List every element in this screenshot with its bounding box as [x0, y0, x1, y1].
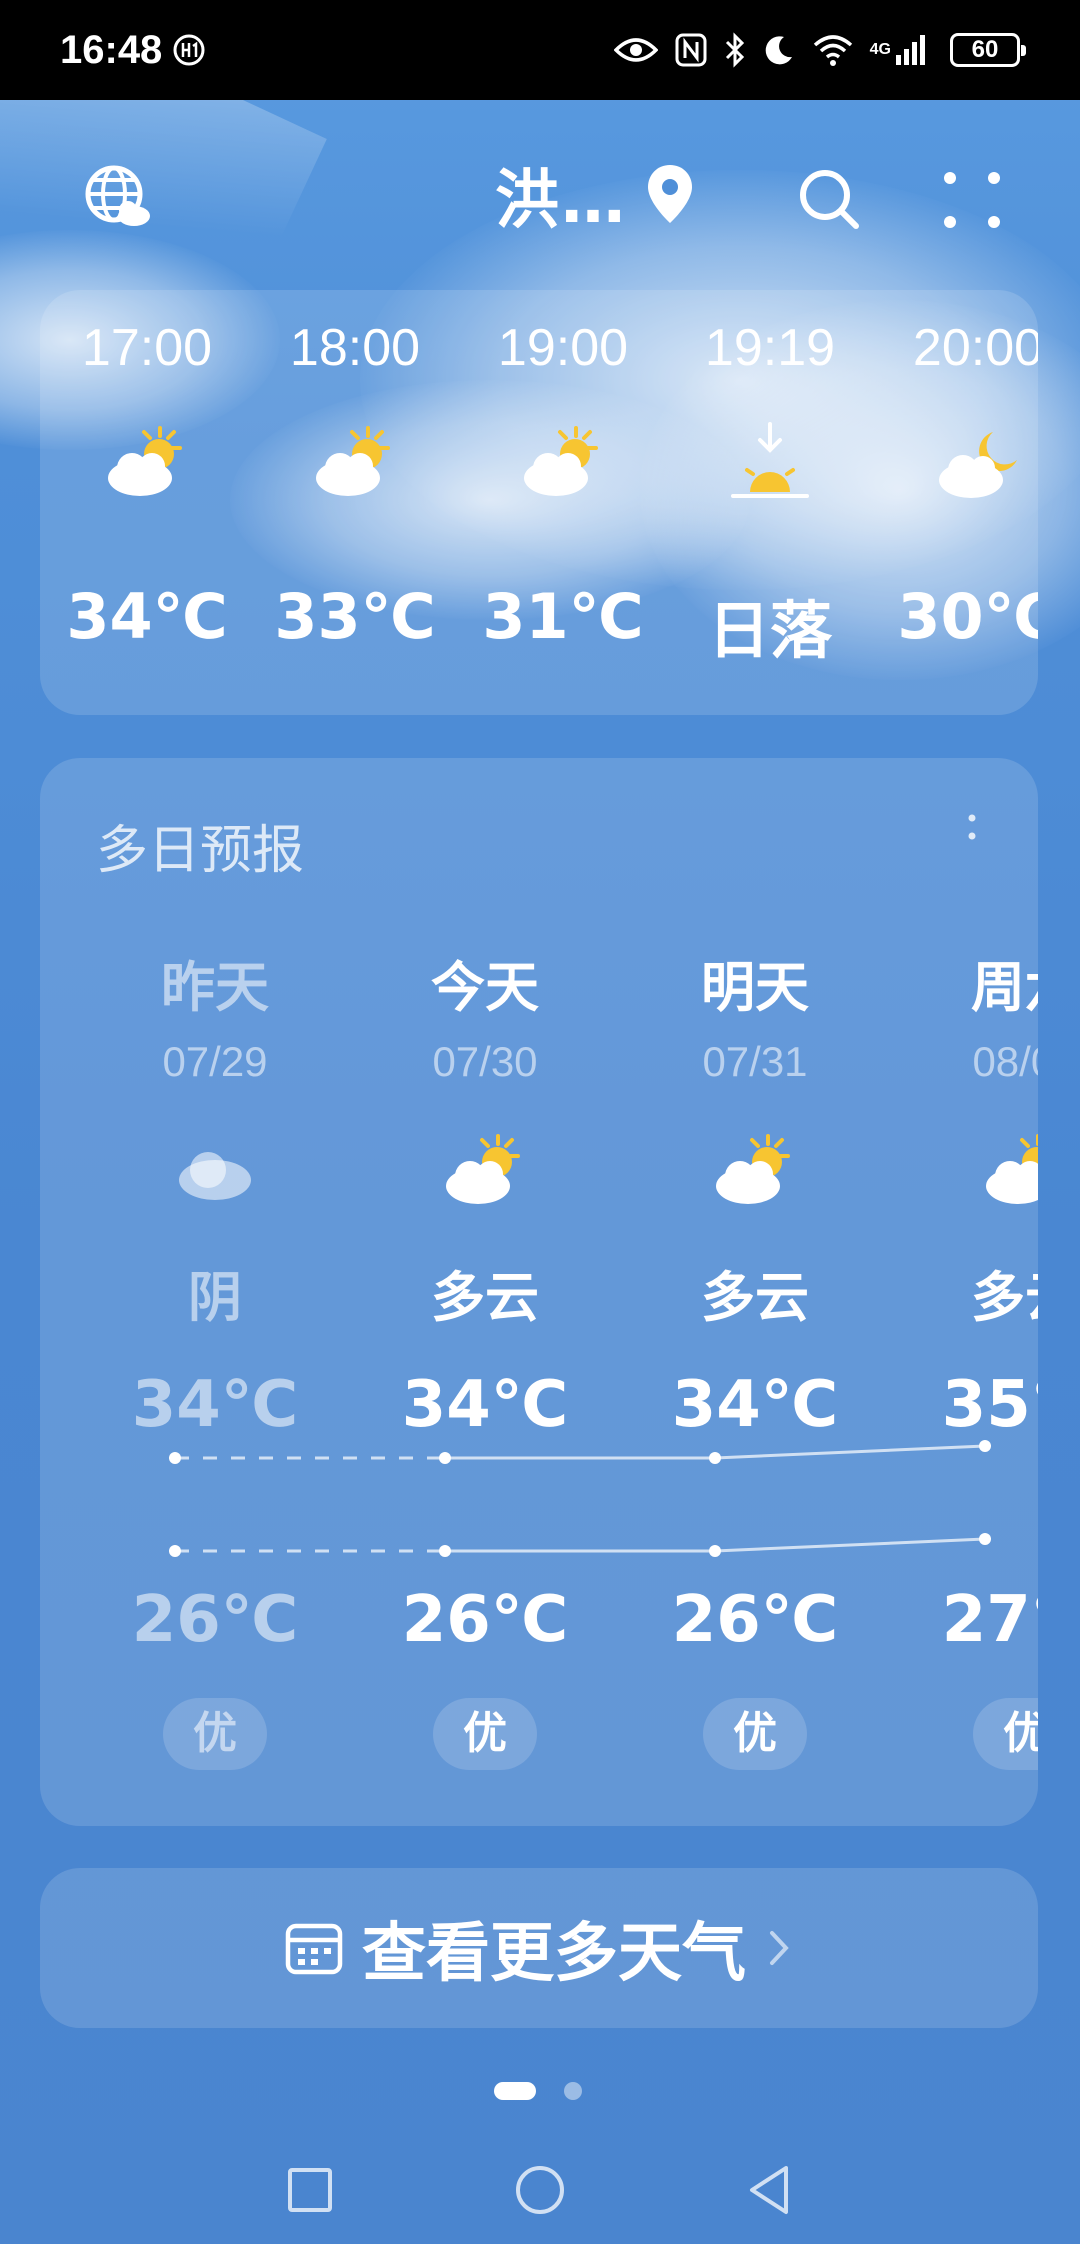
day-column-tomorrow[interactable]: 明天 07/31 多云 34℃ 26℃ 优	[655, 758, 855, 1826]
status-right: 4G 60	[613, 32, 1026, 68]
more-weather-button[interactable]: 查看更多天气	[40, 1868, 1038, 2028]
day-low-temp: 26℃	[131, 1583, 299, 1657]
day-low-temp: 26℃	[401, 1583, 569, 1657]
chevron-right-icon	[770, 1931, 789, 1965]
hourly-forecast-list[interactable]: 17:00 34℃ 18:00 33℃ 19:00 31℃ 19:19 日落 2…	[40, 290, 1038, 715]
hour-time: 19:19	[704, 319, 836, 377]
city-selector[interactable]: 洪…	[495, 150, 695, 240]
location-pin-icon	[648, 165, 692, 223]
battery-indicator: 60	[950, 33, 1026, 67]
hour-temp: 33℃	[274, 580, 436, 653]
hour-time: 19:00	[497, 319, 629, 377]
day-condition: 阴	[188, 1266, 242, 1329]
day-condition: 多云	[431, 1266, 539, 1329]
page-dot[interactable]	[564, 2082, 582, 2100]
day-high-temp: 34℃	[671, 1368, 839, 1442]
day-date: 07/29	[162, 1038, 268, 1085]
air-quality-badge: 优	[433, 1698, 537, 1770]
back-button[interactable]	[740, 2160, 800, 2220]
status-bar: 16:48 4G 60	[0, 0, 1080, 100]
sun-behind-cloud-icon	[524, 426, 598, 496]
do-not-disturb-moon-icon	[762, 33, 796, 67]
daily-forecast-card[interactable]: 多日预报 昨天 07/29 阴 34℃ 26℃ 优 今天 07/30 多云 34…	[40, 758, 1038, 1826]
hour-temp: 31℃	[482, 580, 644, 653]
hour-time: 17:00	[81, 319, 213, 377]
more-weather-label: 查看更多天气	[362, 1917, 746, 1991]
globe-cloud-icon	[85, 165, 150, 226]
page-indicator	[0, 2078, 1080, 2108]
bluetooth-icon	[724, 32, 746, 68]
day-name: 周六	[971, 956, 1038, 1019]
cellular-signal-icon: 4G	[870, 33, 928, 67]
top-app-bar: 洪…	[0, 140, 1080, 250]
day-name: 明天	[701, 956, 809, 1019]
air-quality-badge: 优	[973, 1698, 1038, 1770]
hd-voice-icon	[172, 33, 206, 67]
page-dot-active	[494, 2082, 536, 2100]
hourly-item: 18:00 33℃	[255, 290, 455, 715]
hour-temp: 34℃	[66, 580, 228, 653]
nfc-icon	[674, 32, 708, 68]
hourly-item: 19:00 31℃	[463, 290, 663, 715]
day-name: 昨天	[161, 956, 269, 1019]
day-date: 07/30	[432, 1038, 538, 1085]
recent-apps-button[interactable]	[280, 2160, 340, 2220]
hourly-item: 19:19 日落	[670, 290, 870, 715]
world-weather-button[interactable]	[80, 160, 160, 240]
hour-time: 18:00	[289, 319, 421, 377]
home-button[interactable]	[510, 2160, 570, 2220]
sun-behind-cloud-icon	[986, 1134, 1038, 1204]
day-column-yesterday[interactable]: 昨天 07/29 阴 34℃ 26℃ 优	[115, 758, 315, 1826]
day-condition: 多云	[701, 1266, 809, 1329]
day-name: 今天	[431, 956, 539, 1019]
wifi-icon	[812, 33, 854, 67]
day-condition: 多云	[971, 1266, 1038, 1329]
eye-icon	[613, 35, 658, 65]
sun-behind-cloud-icon	[108, 426, 182, 496]
more-menu-button[interactable]	[932, 160, 1012, 240]
hour-temp: 日落	[707, 594, 832, 667]
search-icon	[800, 170, 859, 229]
status-time: 16:48	[60, 27, 163, 72]
day-high-temp: 34℃	[401, 1368, 569, 1442]
sunset-icon	[731, 422, 809, 498]
cloud-icon	[179, 1152, 251, 1200]
moon-behind-cloud-icon	[939, 432, 1017, 498]
day-date: 08/01	[972, 1038, 1038, 1085]
city-name: 洪…	[495, 164, 627, 238]
sun-behind-cloud-icon	[316, 426, 390, 496]
sun-behind-cloud-icon	[716, 1134, 790, 1204]
hour-temp: 30℃	[897, 580, 1038, 653]
status-left: 16:48	[60, 28, 206, 73]
four-dots-menu-icon	[944, 172, 1000, 228]
day-low-temp: 27℃	[941, 1583, 1038, 1657]
day-high-temp: 34℃	[131, 1368, 299, 1442]
day-column-saturday[interactable]: 周六 08/01 多云 35℃ 27℃ 优	[925, 758, 1038, 1826]
hourly-forecast-card[interactable]: 17:00 34℃ 18:00 33℃ 19:00 31℃ 19:19 日落 2…	[40, 290, 1038, 715]
hourly-item: 20:00 30℃	[878, 290, 1038, 715]
day-high-temp: 35℃	[941, 1368, 1038, 1442]
network-type-label: 4G	[869, 41, 891, 58]
hour-time: 20:00	[912, 319, 1038, 377]
day-column-today[interactable]: 今天 07/30 多云 34℃ 26℃ 优	[385, 758, 585, 1826]
day-date: 07/31	[702, 1038, 808, 1085]
air-quality-badge: 优	[703, 1698, 807, 1770]
sun-behind-cloud-icon	[446, 1134, 520, 1204]
system-navigation-bar	[0, 2150, 1080, 2230]
hourly-item: 17:00 34℃	[47, 290, 247, 715]
calendar-icon	[285, 1923, 343, 1975]
air-quality-badge: 优	[163, 1698, 267, 1770]
day-low-temp: 26℃	[671, 1583, 839, 1657]
search-button[interactable]	[790, 160, 870, 240]
